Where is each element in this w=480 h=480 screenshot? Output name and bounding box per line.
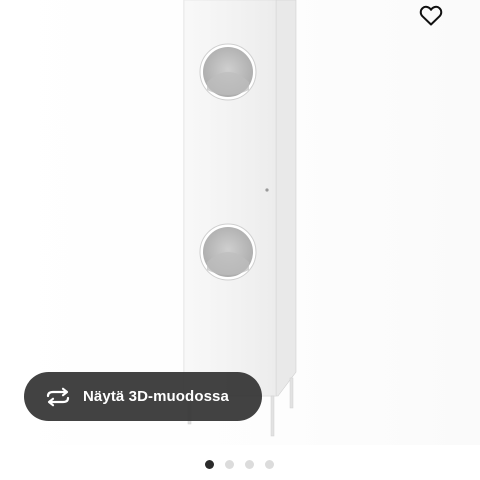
view-3d-button[interactable]: Näytä 3D-muodossa xyxy=(24,372,262,421)
product-gallery: Näytä 3D-muodossa xyxy=(0,0,480,480)
heart-outline-icon xyxy=(419,5,443,26)
rotate-3d-icon xyxy=(44,386,72,408)
carousel-dot[interactable] xyxy=(265,460,274,469)
view-3d-label: Näytä 3D-muodossa xyxy=(83,388,229,405)
carousel-dot[interactable] xyxy=(205,460,214,469)
carousel-indicators xyxy=(205,460,274,469)
favorite-button[interactable] xyxy=(413,0,449,30)
carousel-dot[interactable] xyxy=(245,460,254,469)
carousel-dot[interactable] xyxy=(225,460,234,469)
